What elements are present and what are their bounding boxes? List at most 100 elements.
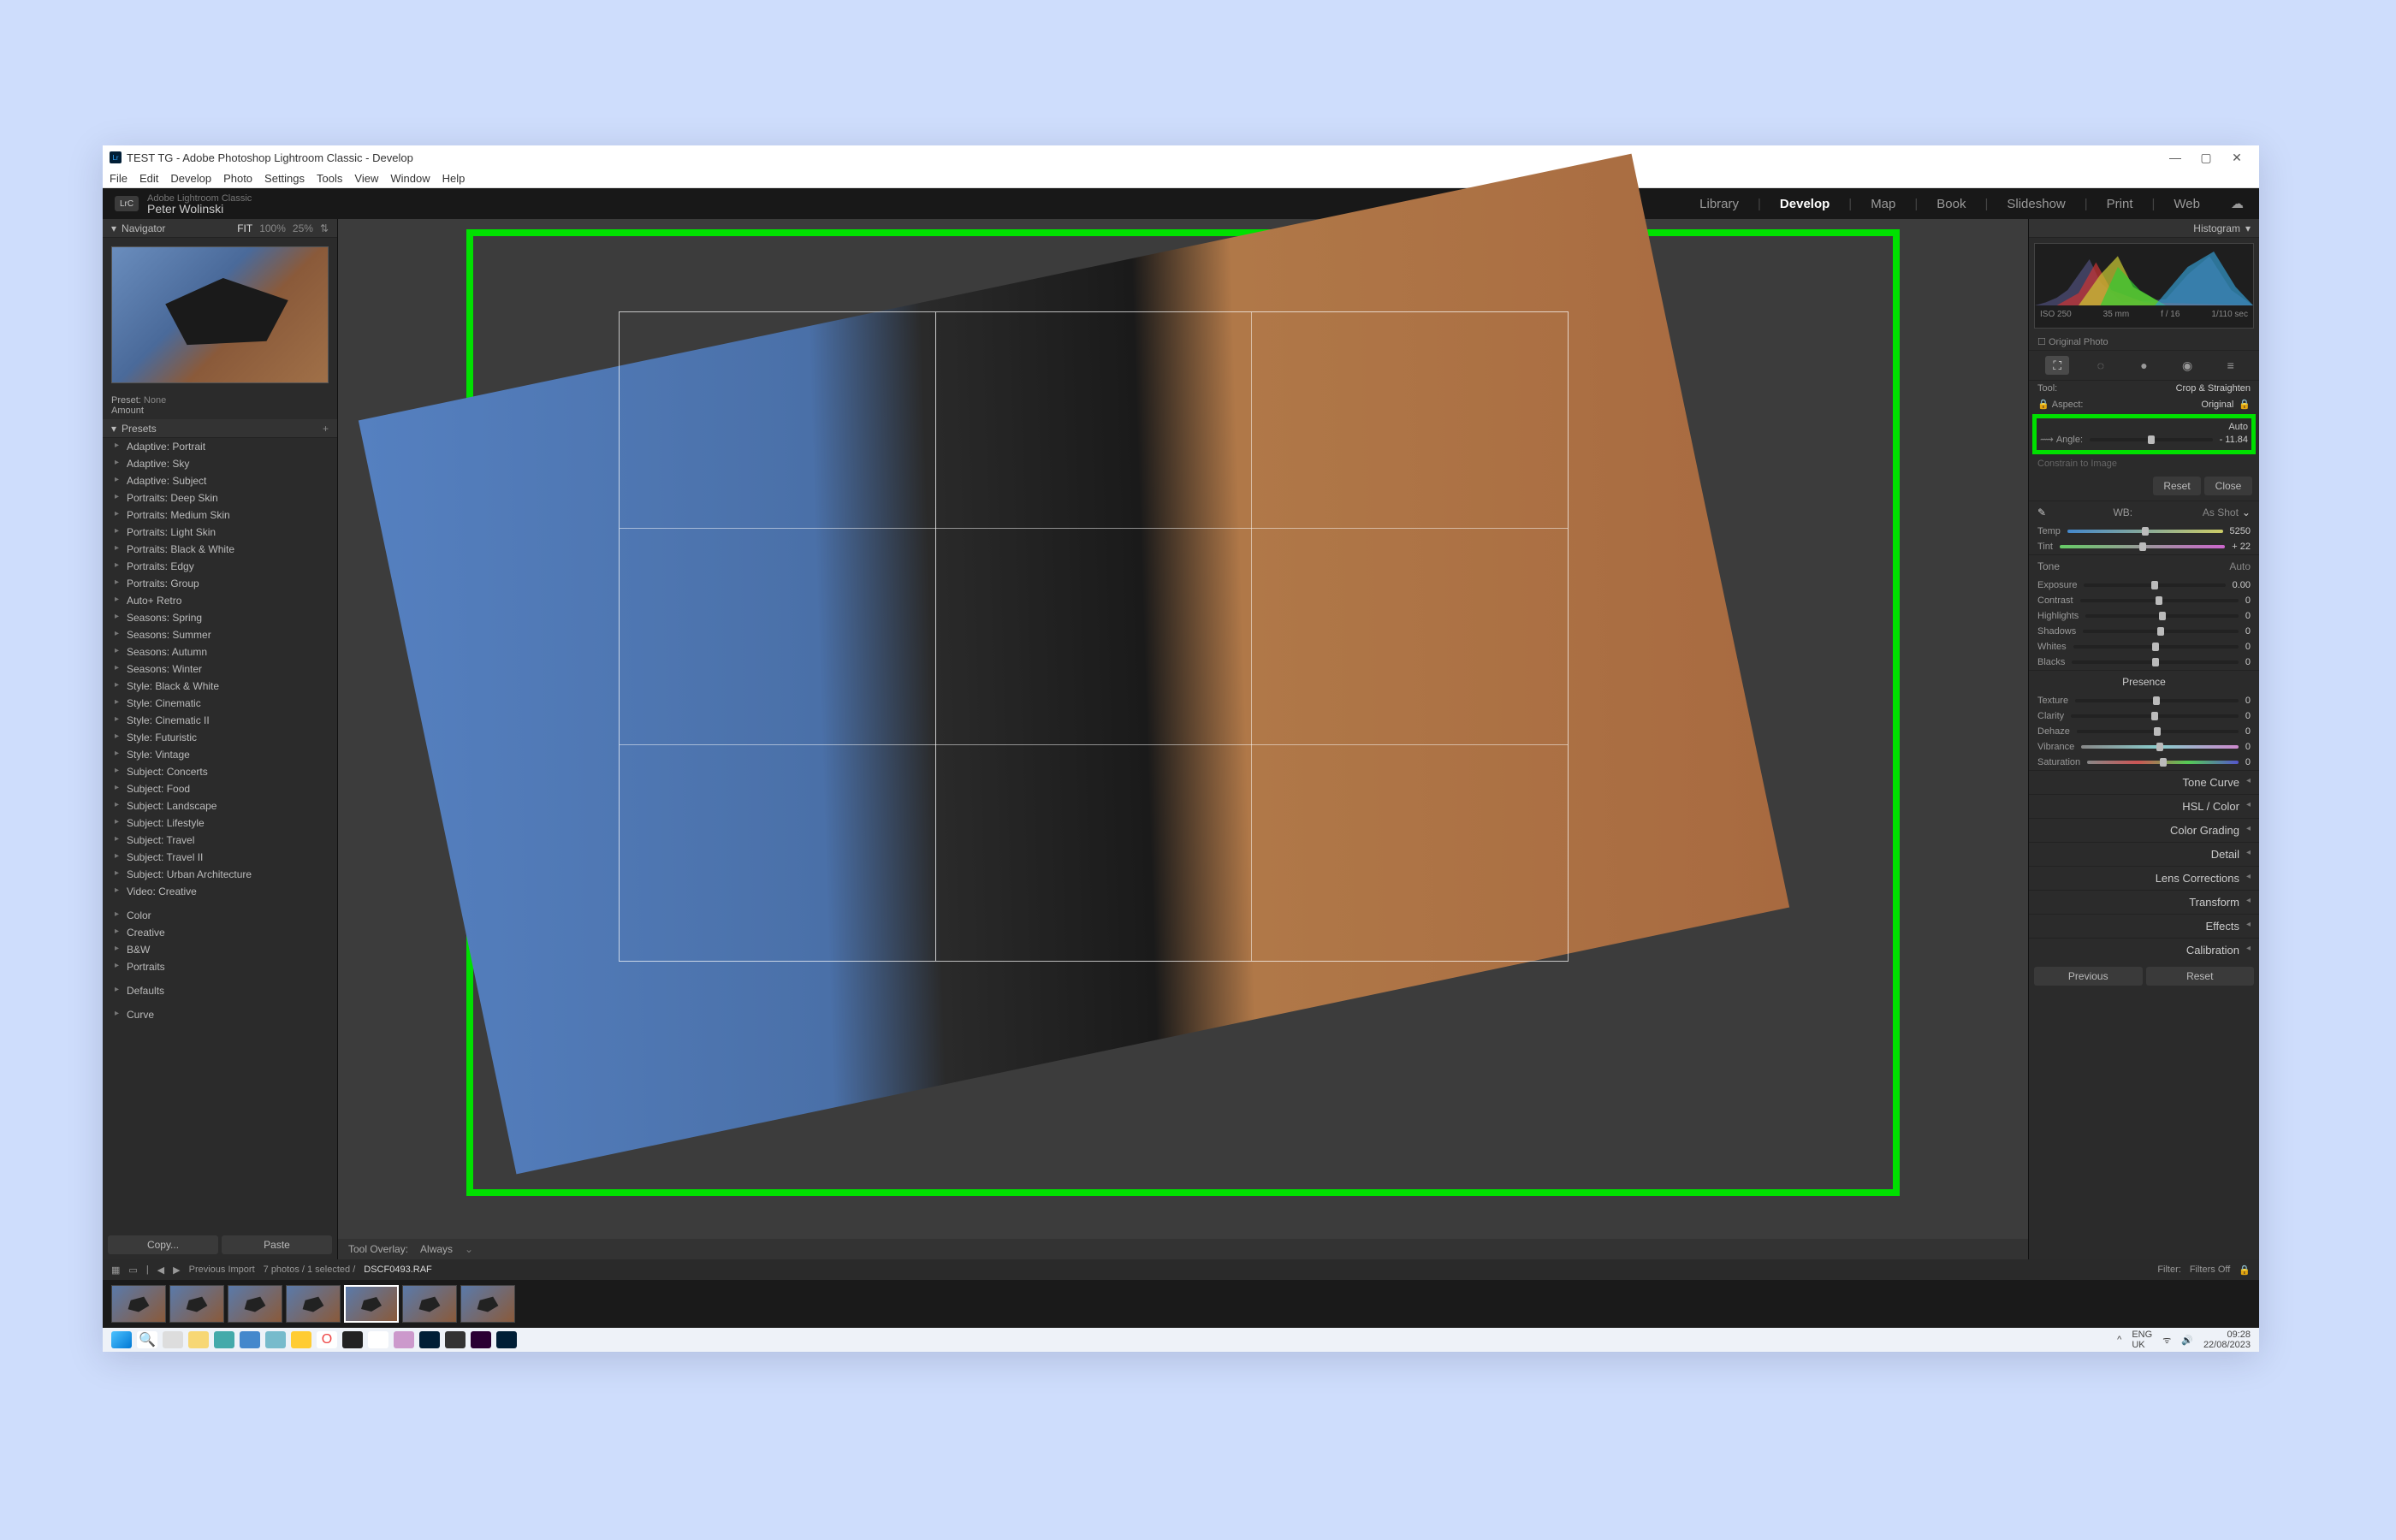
module-print[interactable]: Print: [2103, 197, 2137, 211]
panel-header[interactable]: Detail◂: [2029, 842, 2259, 866]
heal-tool-icon[interactable]: ◌: [2089, 356, 2113, 375]
tray-chevron-icon[interactable]: ^: [2117, 1335, 2121, 1345]
preset-item[interactable]: Seasons: Spring: [103, 609, 337, 626]
explorer-icon[interactable]: [188, 1331, 209, 1348]
navigator-thumbnail[interactable]: [111, 246, 329, 383]
nav-zoom-menu[interactable]: ⇅: [320, 222, 329, 234]
aspect-lock-toggle[interactable]: 🔒: [2239, 399, 2251, 410]
module-book[interactable]: Book: [1933, 197, 1969, 211]
app-icon-3[interactable]: [265, 1331, 286, 1348]
preset-item[interactable]: Adaptive: Sky: [103, 455, 337, 472]
search-icon[interactable]: 🔍: [137, 1331, 157, 1348]
panel-header[interactable]: Effects◂: [2029, 914, 2259, 938]
wb-dropdown-icon[interactable]: ⌄: [2242, 506, 2251, 518]
close-button[interactable]: ✕: [2221, 151, 2252, 165]
minimize-button[interactable]: —: [2160, 151, 2191, 164]
whites-slider[interactable]: [2073, 645, 2239, 649]
menu-view[interactable]: View: [354, 172, 378, 185]
panel-header[interactable]: Lens Corrections◂: [2029, 866, 2259, 890]
preset-item[interactable]: Subject: Lifestyle: [103, 814, 337, 832]
angle-slider[interactable]: [2090, 438, 2213, 441]
presets-tool-icon[interactable]: ≡: [2219, 356, 2243, 375]
app-icon-1[interactable]: [214, 1331, 234, 1348]
nav-100[interactable]: 100%: [259, 222, 286, 234]
panel-header[interactable]: Calibration◂: [2029, 938, 2259, 962]
highlights-slider[interactable]: [2085, 614, 2239, 618]
saturation-slider[interactable]: [2087, 761, 2239, 764]
copy-button[interactable]: Copy...: [108, 1235, 218, 1254]
exposure-slider[interactable]: [2084, 583, 2225, 587]
mask-tool-icon[interactable]: ●: [2132, 356, 2156, 375]
dehaze-slider[interactable]: [2077, 730, 2239, 733]
nav-25[interactable]: 25%: [293, 222, 313, 234]
contrast-slider[interactable]: [2080, 599, 2239, 602]
module-develop[interactable]: Develop: [1776, 197, 1833, 211]
nav-fit[interactable]: FIT: [237, 222, 252, 234]
preset-item[interactable]: Portraits: Group: [103, 575, 337, 592]
histogram-header[interactable]: Histogram ▾: [2029, 219, 2259, 238]
opera-icon[interactable]: O: [317, 1331, 337, 1348]
go-back-icon[interactable]: ◀: [157, 1265, 164, 1276]
presets-header[interactable]: ▾ Presets +: [103, 419, 337, 438]
preset-item[interactable]: Seasons: Autumn: [103, 643, 337, 660]
aspect-value[interactable]: Original: [2201, 400, 2233, 410]
preset-item[interactable]: Portraits: Deep Skin: [103, 489, 337, 506]
blacks-slider[interactable]: [2072, 660, 2238, 664]
menu-edit[interactable]: Edit: [139, 172, 158, 185]
preset-item[interactable]: B&W: [103, 941, 337, 958]
preset-item[interactable]: Subject: Travel: [103, 832, 337, 849]
preset-item[interactable]: Defaults: [103, 982, 337, 999]
preset-item[interactable]: Portraits: Medium Skin: [103, 506, 337, 524]
maximize-button[interactable]: ▢: [2191, 151, 2221, 165]
filter-value[interactable]: Filters Off: [2190, 1265, 2230, 1276]
preset-item[interactable]: Style: Cinematic II: [103, 712, 337, 729]
module-web[interactable]: Web: [2170, 197, 2203, 211]
tint-slider[interactable]: [2060, 545, 2225, 548]
menu-tools[interactable]: Tools: [317, 172, 342, 185]
module-slideshow[interactable]: Slideshow: [2003, 197, 2068, 211]
navigator-header[interactable]: ▾ Navigator FIT 100% 25% ⇅: [103, 219, 337, 238]
crop-reset-button[interactable]: Reset: [2153, 477, 2201, 495]
module-library[interactable]: Library: [1696, 197, 1742, 211]
preset-item[interactable]: Style: Futuristic: [103, 729, 337, 746]
preset-item[interactable]: Portraits: Edgy: [103, 558, 337, 575]
crop-overlay[interactable]: [619, 311, 1569, 962]
tone-auto[interactable]: Auto: [2229, 560, 2251, 572]
preset-item[interactable]: Style: Black & White: [103, 678, 337, 695]
preset-item[interactable]: Creative: [103, 924, 337, 941]
go-fwd-icon[interactable]: ▶: [173, 1265, 180, 1276]
preset-item[interactable]: Seasons: Summer: [103, 626, 337, 643]
previous-button[interactable]: Previous: [2034, 967, 2143, 986]
preset-item[interactable]: Subject: Concerts: [103, 763, 337, 780]
thumb-7[interactable]: [460, 1285, 515, 1323]
reset-button[interactable]: Reset: [2146, 967, 2255, 986]
app-icon-2[interactable]: [240, 1331, 260, 1348]
preset-item[interactable]: Adaptive: Subject: [103, 472, 337, 489]
temp-slider[interactable]: [2067, 530, 2223, 533]
thumb-3[interactable]: [228, 1285, 282, 1323]
clarity-slider[interactable]: [2071, 714, 2239, 718]
preset-item[interactable]: Style: Cinematic: [103, 695, 337, 712]
preset-item[interactable]: Portraits: Light Skin: [103, 524, 337, 541]
menu-develop[interactable]: Develop: [170, 172, 211, 185]
app-icon-4[interactable]: [291, 1331, 311, 1348]
panel-header[interactable]: Color Grading◂: [2029, 818, 2259, 842]
menu-window[interactable]: Window: [390, 172, 430, 185]
module-map[interactable]: Map: [1867, 197, 1899, 211]
thumb-4[interactable]: [286, 1285, 341, 1323]
vibrance-slider[interactable]: [2081, 745, 2239, 749]
second-window-icon[interactable]: ▭: [128, 1265, 137, 1276]
preset-item[interactable]: Subject: Food: [103, 780, 337, 797]
thumb-6[interactable]: [402, 1285, 457, 1323]
cloud-icon[interactable]: ☁: [2227, 196, 2247, 211]
thumb-2[interactable]: [169, 1285, 224, 1323]
crop-close-button[interactable]: Close: [2204, 477, 2252, 495]
texture-slider[interactable]: [2075, 699, 2239, 702]
preset-item[interactable]: Auto+ Retro: [103, 592, 337, 609]
start-button[interactable]: [111, 1331, 132, 1348]
volume-icon[interactable]: 🔊: [2181, 1335, 2193, 1346]
preset-item[interactable]: Style: Vintage: [103, 746, 337, 763]
preset-item[interactable]: Curve: [103, 1006, 337, 1023]
straighten-icon[interactable]: ⟿: [2040, 434, 2054, 445]
thumb-1[interactable]: [111, 1285, 166, 1323]
